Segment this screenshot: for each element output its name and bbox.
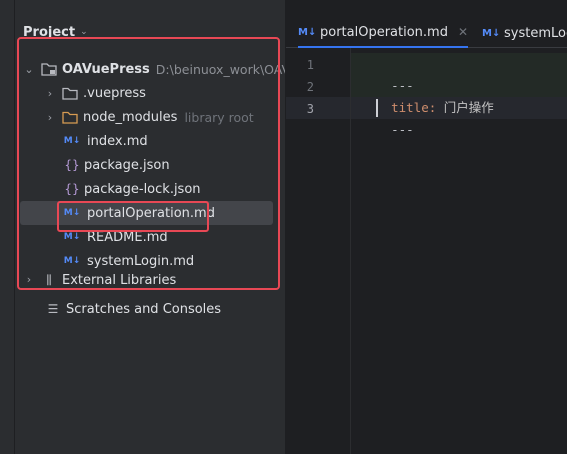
tree-item-scratches-consoles[interactable]: ☰ Scratches and Consoles	[45, 297, 315, 321]
panel-title: Project	[23, 24, 76, 40]
folder-icon	[62, 87, 78, 100]
chevron-right-icon[interactable]: ›	[23, 273, 35, 286]
code-line-2[interactable]: title: 门户操作	[361, 75, 494, 115]
library-root-hint: library root	[184, 109, 254, 125]
tree-item-label: README.md	[87, 229, 168, 245]
project-panel: Project ⌄ ⌄ OAVuePress D:\beinuox_work\O…	[15, 0, 290, 454]
markdown-file-icon: M↓	[63, 256, 81, 266]
tab-label: systemLog	[504, 25, 567, 41]
folder-icon	[62, 111, 78, 124]
chevron-down-icon[interactable]: ⌄	[80, 27, 88, 37]
tree-item-label: node_modules	[83, 109, 178, 125]
json-file-icon: {}	[64, 158, 80, 172]
markdown-file-icon: M↓	[63, 208, 81, 218]
tree-item-label: .vuepress	[83, 85, 146, 101]
tab-portal-operation-md[interactable]: M↓ portalOperation.md ✕	[298, 18, 469, 48]
gutter-divider	[350, 48, 351, 454]
tree-item-label: portalOperation.md	[87, 205, 215, 221]
markdown-file-icon: M↓	[482, 27, 501, 39]
left-tool-strip	[0, 0, 15, 454]
tree-item-project-root[interactable]: ⌄ OAVuePress D:\beinuox_work\OAV	[23, 57, 293, 81]
tree-item-label: Scratches and Consoles	[66, 301, 222, 317]
chevron-down-icon[interactable]: ⌄	[23, 63, 35, 76]
line-number: 1	[306, 58, 314, 72]
markdown-file-icon: M↓	[298, 26, 317, 38]
yaml-value: 门户操作	[436, 100, 494, 115]
close-icon[interactable]: ✕	[458, 25, 468, 39]
text-caret	[376, 99, 378, 117]
tree-item-label: OAVuePress	[62, 61, 150, 77]
project-panel-header[interactable]: Project ⌄	[23, 22, 88, 42]
tree-item-portal-operation-md[interactable]: M↓ portalOperation.md	[20, 201, 273, 225]
editor-tab-bar: M↓ portalOperation.md ✕ M↓ systemLog	[286, 18, 567, 48]
library-icon: ⫼	[46, 273, 52, 286]
json-file-icon: {}	[64, 182, 80, 196]
line-number: 3	[306, 102, 314, 116]
tab-system-login[interactable]: M↓ systemLog	[482, 18, 567, 48]
line-number: 2	[306, 80, 314, 94]
project-folder-icon	[41, 62, 57, 76]
code-line-1[interactable]: ---	[361, 53, 414, 93]
tab-label: portalOperation.md	[320, 24, 448, 40]
tree-item-label: package-lock.json	[84, 181, 201, 197]
tree-item-label: package.json	[84, 157, 170, 173]
code-line-3[interactable]: ---	[361, 97, 414, 137]
chevron-right-icon[interactable]: ›	[44, 87, 56, 100]
markdown-file-icon: M↓	[63, 232, 81, 242]
tree-item-label: index.md	[87, 133, 148, 149]
editor-area: M↓ portalOperation.md ✕ M↓ systemLog 1 2…	[286, 0, 567, 454]
markdown-file-icon: M↓	[63, 136, 81, 146]
tree-item-external-libraries[interactable]: › ⫼ External Libraries	[23, 273, 293, 286]
front-matter-delimiter: ---	[391, 122, 414, 137]
chevron-right-icon[interactable]: ›	[44, 111, 56, 124]
scratches-icon: ☰	[47, 302, 59, 316]
tree-item-label: External Libraries	[62, 273, 177, 286]
tree-item-node-modules[interactable]: › node_modules library root	[44, 105, 314, 129]
tree-item-vuepress[interactable]: › .vuepress	[44, 81, 314, 105]
tree-item-label: systemLogin.md	[87, 253, 195, 269]
project-path: D:\beinuox_work\OAV	[155, 61, 291, 77]
